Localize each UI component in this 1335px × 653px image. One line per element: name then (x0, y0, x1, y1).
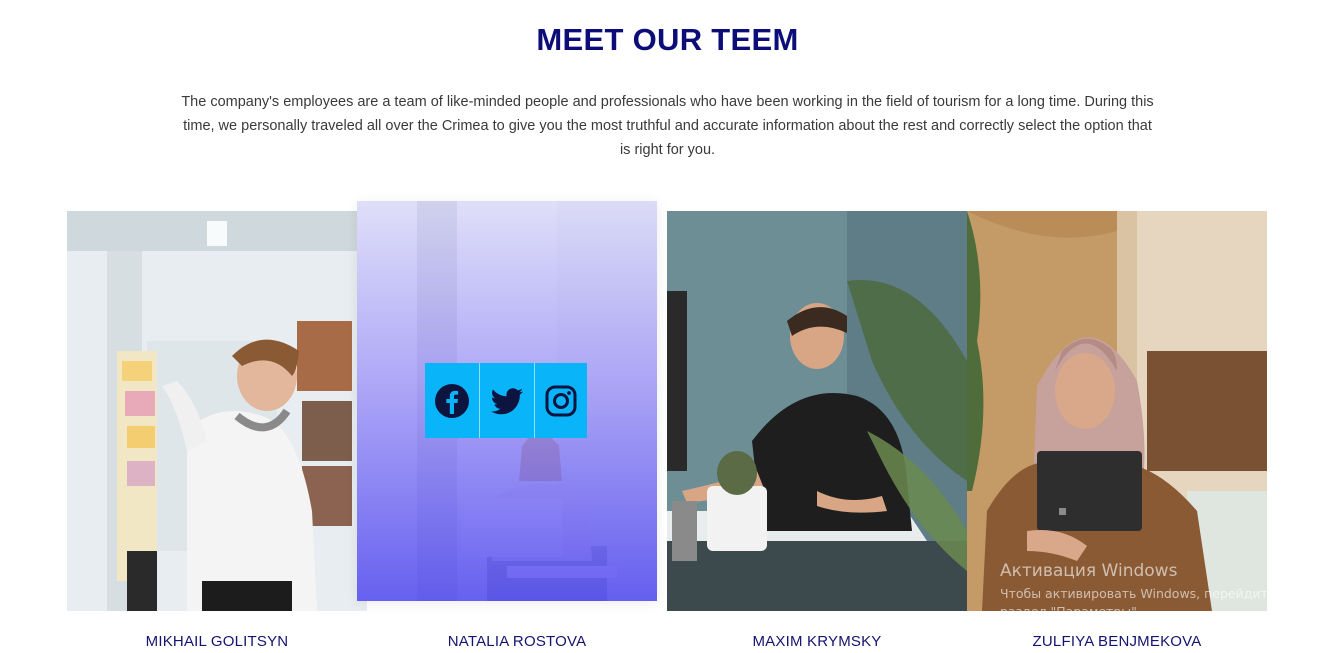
team-card-photo-1[interactable] (67, 211, 367, 611)
facebook-button[interactable] (425, 363, 480, 438)
watermark-line-1: Чтобы активировать Windows, перейдите в (1000, 586, 1287, 601)
team-card-photo-4[interactable] (967, 211, 1267, 611)
team-card-photo-3[interactable] (667, 211, 967, 611)
team-member-name: MIKHAIL GOLITSYN (145, 633, 289, 650)
instagram-icon (545, 385, 577, 416)
team-photo (967, 211, 1267, 611)
team-photo (67, 211, 367, 611)
instagram-button[interactable] (535, 363, 587, 438)
windows-activation-watermark: Активация Windows Чтобы активировать Win… (1000, 561, 1287, 621)
section-title: MEET OUR TEEM (536, 22, 799, 57)
facebook-icon (435, 383, 469, 418)
social-links (425, 363, 587, 438)
team-member-name: NATALIA ROSTOVA (447, 633, 587, 650)
twitter-button[interactable] (480, 363, 535, 438)
section-intro: The company's employees are a team of li… (181, 94, 1154, 158)
twitter-icon (491, 387, 523, 414)
watermark-line-2: раздел "Параметры". (1000, 604, 1141, 619)
team-photo (667, 211, 967, 611)
team-member-name: ZULFIYA BENJMEKOVA (1032, 633, 1202, 650)
watermark-title: Активация Windows (1000, 561, 1178, 581)
team-member-name: MAXIM KRYMSKY (752, 633, 882, 650)
